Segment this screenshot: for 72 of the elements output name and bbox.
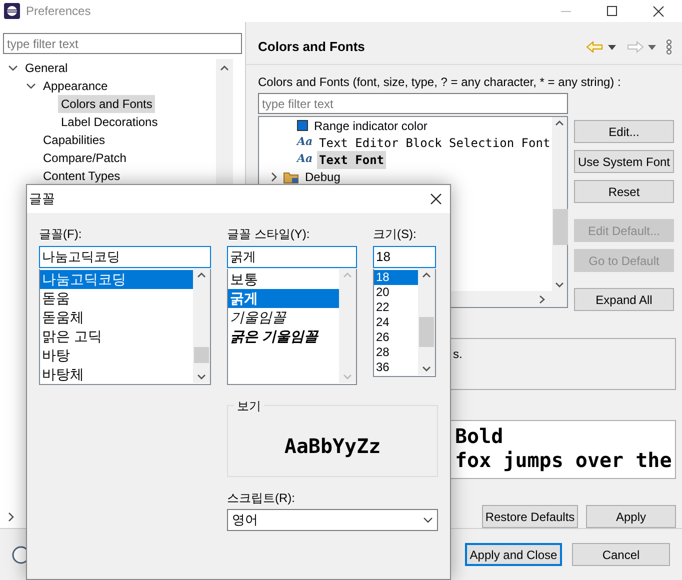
- action-button[interactable]: Edit...: [574, 120, 674, 143]
- field-label: 크기(S):: [373, 226, 418, 243]
- collapse-chevron-icon[interactable]: [6, 512, 16, 522]
- list-item[interactable]: 22: [374, 300, 418, 315]
- script-dropdown[interactable]: 영어: [227, 509, 438, 531]
- scrollbar-thumb[interactable]: [419, 317, 434, 347]
- description-text: Colors and Fonts (font, size, type, ? = any character, * = any string) :: [258, 74, 622, 91]
- tree-item[interactable]: Debug: [303, 168, 342, 186]
- page-button[interactable]: Restore Defaults: [482, 505, 578, 528]
- list-item[interactable]: 바탕: [40, 346, 193, 365]
- list-item[interactable]: 돋움체: [40, 308, 193, 327]
- dialog-title: 글꼴: [29, 190, 55, 208]
- filter-field[interactable]: type filter text: [3, 33, 242, 54]
- list-item[interactable]: 굵게: [228, 289, 339, 308]
- field-label: 글꼴(F):: [39, 226, 83, 243]
- font-sample: AaBbYyZz: [284, 433, 381, 460]
- action-button[interactable]: Expand All: [574, 288, 674, 311]
- list-item[interactable]: 기울임꼴: [228, 308, 339, 327]
- scrollbar[interactable]: [193, 269, 210, 383]
- list-item[interactable]: 나눔고딕코딩: [40, 270, 193, 289]
- list-item[interactable]: 18: [374, 270, 418, 285]
- tree-item[interactable]: Text Font: [317, 150, 386, 168]
- font-list[interactable]: 나눔고딕코딩 돋움 돋움체 맑은 고딕 바탕 바탕체: [39, 269, 211, 385]
- list-item[interactable]: 보통: [228, 270, 339, 289]
- list-item[interactable]: 28: [374, 345, 418, 360]
- list-item[interactable]: 맑은 고딕: [40, 327, 193, 346]
- expand-chevron-icon[interactable]: [26, 81, 36, 91]
- close-icon[interactable]: [653, 6, 664, 16]
- tree-item[interactable]: Label Decorations: [58, 113, 161, 131]
- scrollbar-thumb[interactable]: [553, 209, 568, 245]
- app-logo-icon: [4, 3, 20, 19]
- page-button[interactable]: Apply: [586, 505, 676, 528]
- tree-item[interactable]: Content Types: [40, 167, 124, 185]
- field-label: 글꼴 스타일(Y):: [227, 226, 311, 243]
- expand-chevron-icon[interactable]: [8, 63, 18, 73]
- page-title: Colors and Fonts: [258, 38, 365, 56]
- folder-icon: [283, 170, 299, 184]
- font-icon: Aa: [297, 134, 313, 151]
- list-item[interactable]: 20: [374, 285, 418, 300]
- window-title: Preferences: [26, 3, 91, 20]
- tree-item[interactable]: Appearance: [40, 77, 111, 95]
- font-icon: Aa: [297, 151, 313, 168]
- scrollbar-thumb[interactable]: [194, 347, 209, 363]
- tree-item[interactable]: General: [22, 59, 71, 77]
- tree-item[interactable]: Compare/Patch: [40, 149, 130, 167]
- list-item[interactable]: 36: [374, 360, 418, 375]
- tree-item[interactable]: Colors and Fonts: [58, 95, 156, 113]
- tree-item[interactable]: Text Editor Block Selection Font: [317, 134, 552, 152]
- collapse-chevron-icon[interactable]: [269, 172, 279, 182]
- tree-item[interactable]: Range indicator color: [312, 116, 430, 134]
- more-options-icon[interactable]: [666, 39, 672, 55]
- dialog-button[interactable]: Apply and Close: [465, 543, 562, 566]
- input-field[interactable]: 18: [373, 246, 436, 268]
- dropdown-triangle-icon[interactable]: [648, 44, 656, 50]
- action-button[interactable]: Use System Font: [574, 150, 674, 173]
- input-field[interactable]: 나눔고딕코딩: [39, 246, 211, 268]
- close-icon[interactable]: [430, 193, 442, 205]
- list-item[interactable]: 바탕체: [40, 365, 193, 384]
- dialog-button[interactable]: Cancel: [572, 543, 670, 566]
- style-list[interactable]: 보통 굵게 기울임꼴 굵은 기울임꼴: [227, 269, 357, 385]
- input-field[interactable]: 굵게: [227, 246, 357, 268]
- size-list[interactable]: 18 20 22 24 26 28 36: [373, 269, 436, 377]
- action-button[interactable]: Reset: [574, 180, 674, 203]
- list-item[interactable]: 24: [374, 315, 418, 330]
- list-item[interactable]: 돋움: [40, 289, 193, 308]
- dropdown-chevron-icon: [423, 517, 433, 523]
- scrollbar[interactable]: [418, 269, 435, 375]
- filter-field[interactable]: type filter text: [258, 93, 568, 114]
- tree-item[interactable]: Capabilities: [40, 131, 108, 149]
- field-label: 스크립트(R):: [227, 490, 296, 507]
- scrollbar[interactable]: [552, 117, 567, 291]
- dropdown-triangle-icon[interactable]: [608, 44, 616, 50]
